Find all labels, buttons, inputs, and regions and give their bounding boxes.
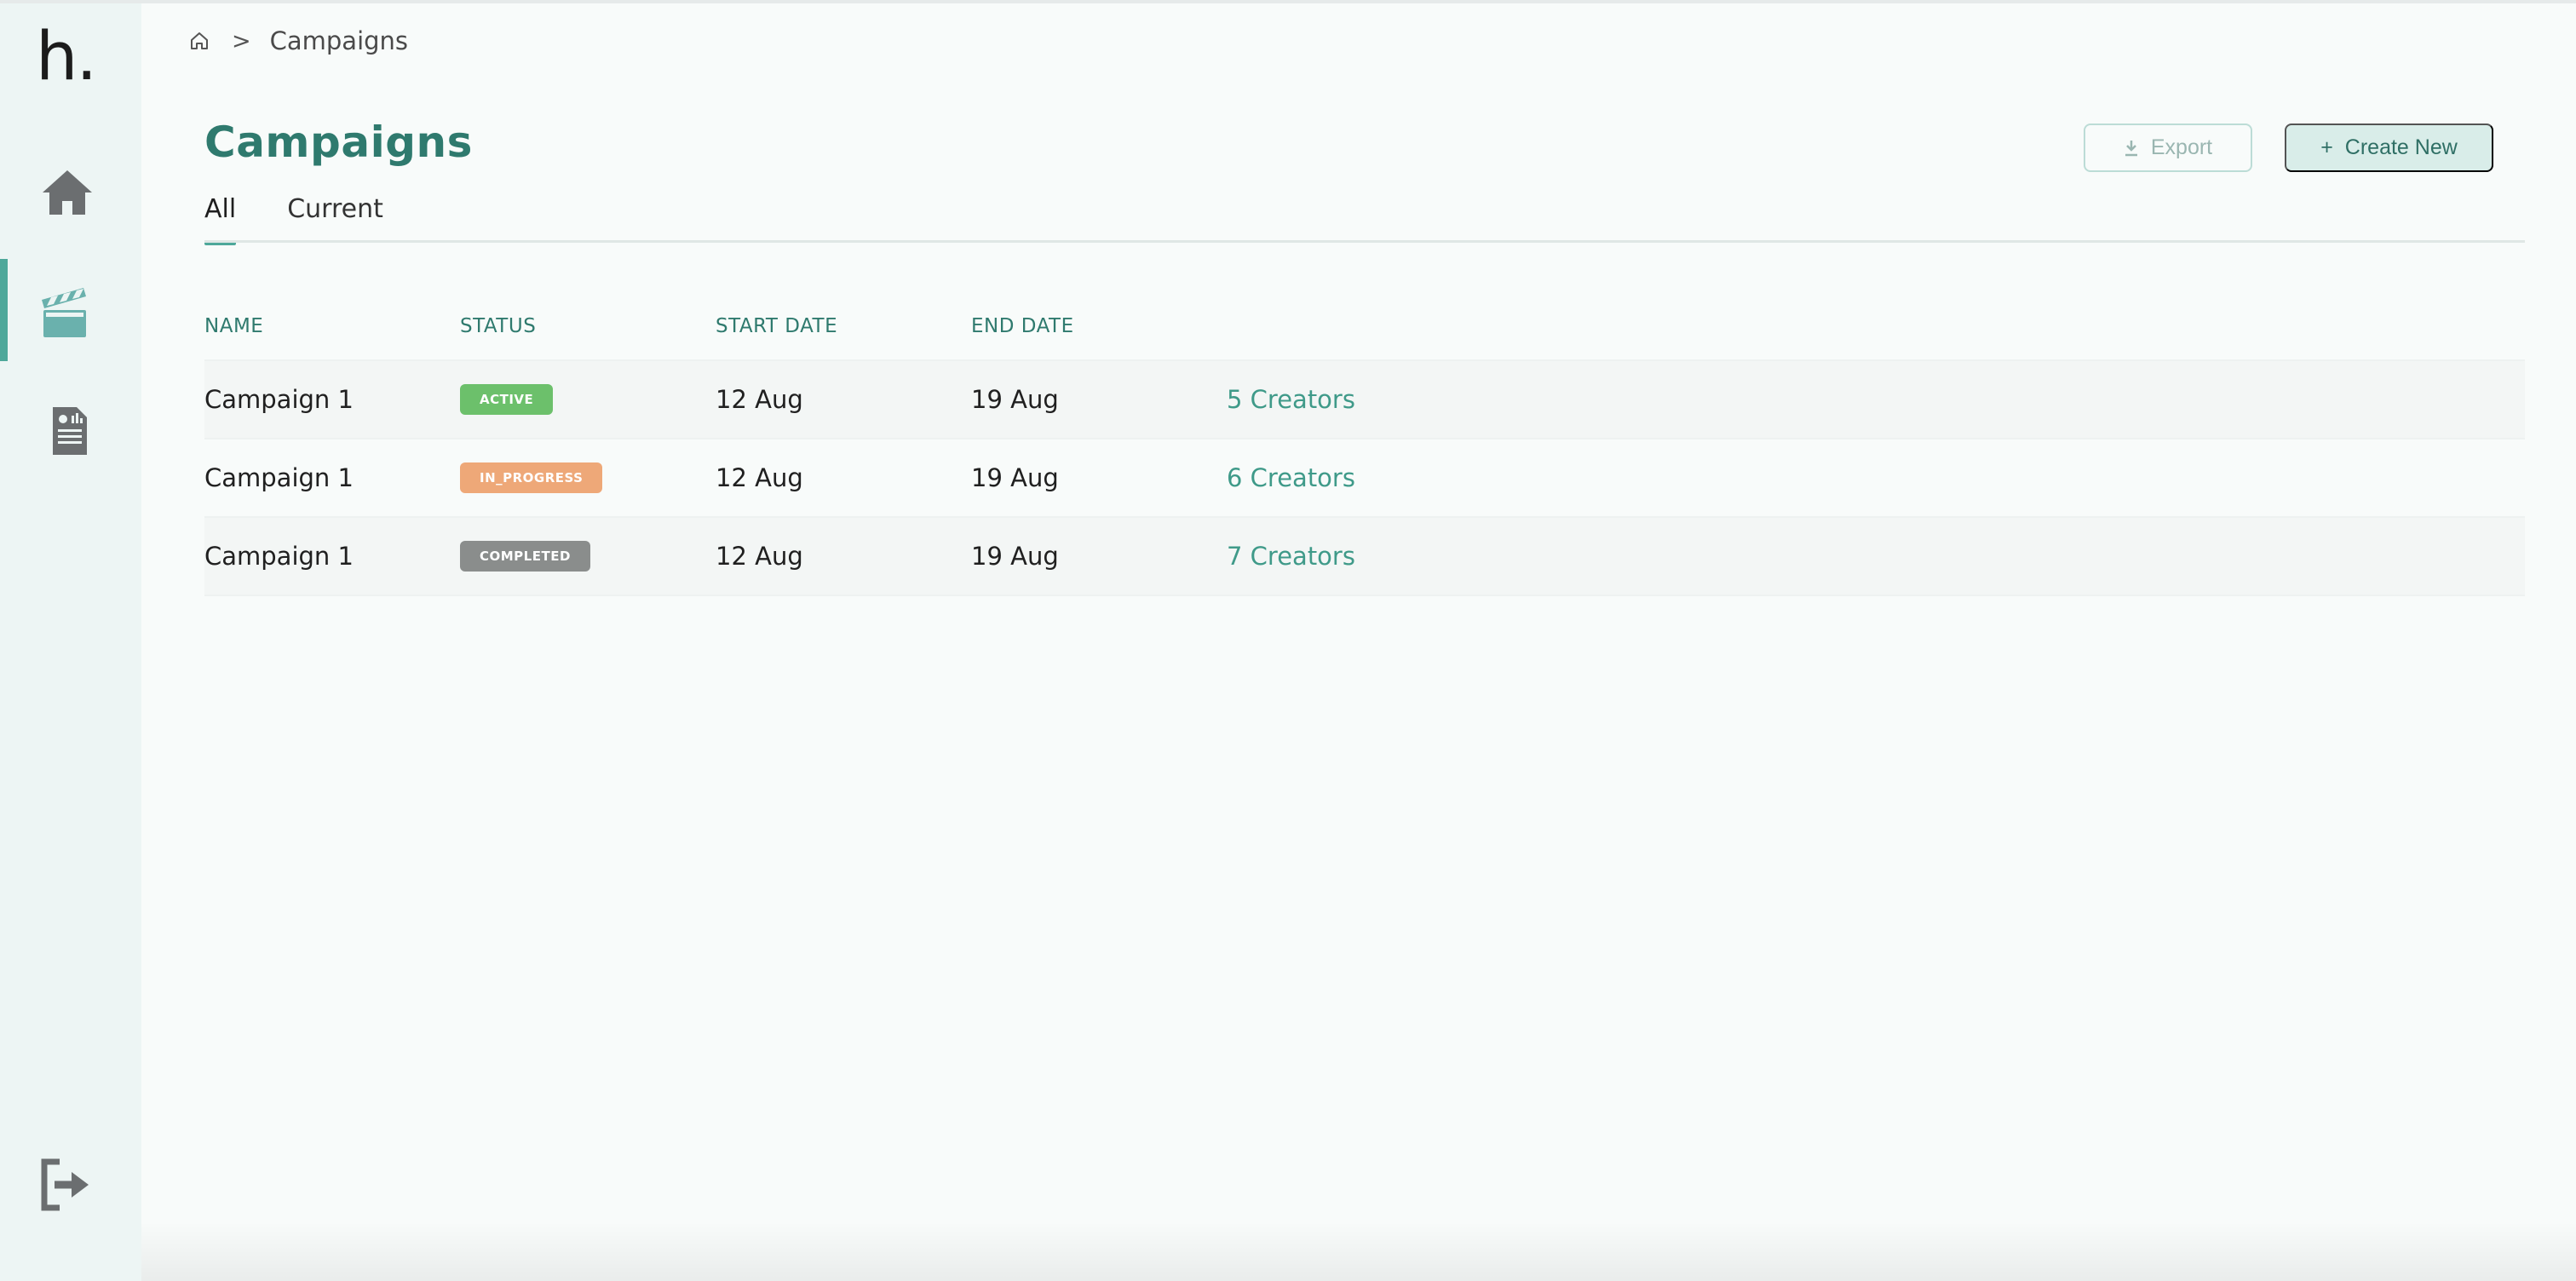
sidebar: h. bbox=[0, 3, 141, 1281]
active-indicator bbox=[0, 259, 8, 361]
breadcrumb: > Campaigns bbox=[189, 26, 408, 56]
app-logo[interactable]: h. bbox=[36, 19, 97, 95]
table-header: NAME STATUS START DATE END DATE bbox=[204, 315, 2525, 361]
campaigns-table: NAME STATUS START DATE END DATE Campaign… bbox=[204, 315, 2525, 596]
status-badge: COMPLETED bbox=[460, 541, 590, 572]
start-date: 12 Aug bbox=[716, 463, 803, 492]
campaign-name: Campaign 1 bbox=[204, 385, 354, 414]
create-new-button[interactable]: + Create New bbox=[2285, 124, 2493, 172]
plus-icon: + bbox=[2320, 135, 2333, 159]
table-row[interactable]: Campaign 1 ACTIVE 12 Aug 19 Aug 5 Creato… bbox=[204, 361, 2525, 439]
start-date: 12 Aug bbox=[716, 542, 803, 571]
campaign-name: Campaign 1 bbox=[204, 542, 354, 571]
status-badge: IN_PROGRESS bbox=[460, 462, 603, 493]
sidebar-item-reports[interactable] bbox=[0, 382, 141, 484]
export-button[interactable]: Export bbox=[2084, 124, 2252, 172]
home-icon bbox=[43, 170, 92, 215]
header-name[interactable]: NAME bbox=[204, 315, 460, 359]
download-icon bbox=[2125, 140, 2137, 156]
home-icon[interactable] bbox=[189, 31, 210, 51]
clapperboard-icon bbox=[42, 288, 86, 337]
end-date: 19 Aug bbox=[971, 542, 1059, 571]
sidebar-item-campaigns[interactable] bbox=[0, 259, 141, 361]
bottom-shadow bbox=[141, 1221, 2576, 1281]
breadcrumb-separator: > bbox=[232, 27, 251, 55]
start-date: 12 Aug bbox=[716, 385, 803, 414]
header-status[interactable]: STATUS bbox=[460, 315, 716, 359]
create-new-label: Create New bbox=[2344, 135, 2458, 159]
header-start-date[interactable]: START DATE bbox=[716, 315, 971, 359]
logout-button[interactable] bbox=[41, 1158, 92, 1215]
status-badge: ACTIVE bbox=[460, 384, 554, 415]
header-end-date[interactable]: END DATE bbox=[971, 315, 1227, 359]
creators-link[interactable]: 5 Creators bbox=[1227, 385, 1567, 414]
tab-divider bbox=[204, 240, 2525, 243]
table-row[interactable]: Campaign 1 IN_PROGRESS 12 Aug 19 Aug 6 C… bbox=[204, 439, 2525, 518]
window-top-border bbox=[0, 0, 2576, 3]
export-label: Export bbox=[2150, 135, 2213, 159]
page-title: Campaigns bbox=[204, 118, 473, 167]
sidebar-item-home[interactable] bbox=[0, 143, 141, 245]
end-date: 19 Aug bbox=[971, 463, 1059, 492]
logout-icon bbox=[41, 1158, 89, 1211]
campaign-name: Campaign 1 bbox=[204, 463, 354, 492]
end-date: 19 Aug bbox=[971, 385, 1059, 414]
creators-link[interactable]: 7 Creators bbox=[1227, 542, 1567, 571]
creators-link[interactable]: 6 Creators bbox=[1227, 463, 1567, 492]
report-icon bbox=[53, 407, 87, 455]
tab-current[interactable]: Current bbox=[287, 194, 383, 242]
breadcrumb-current: Campaigns bbox=[269, 26, 409, 55]
table-row[interactable]: Campaign 1 COMPLETED 12 Aug 19 Aug 7 Cre… bbox=[204, 518, 2525, 596]
tab-all[interactable]: All bbox=[204, 194, 237, 245]
tab-bar: All Current bbox=[204, 194, 383, 245]
